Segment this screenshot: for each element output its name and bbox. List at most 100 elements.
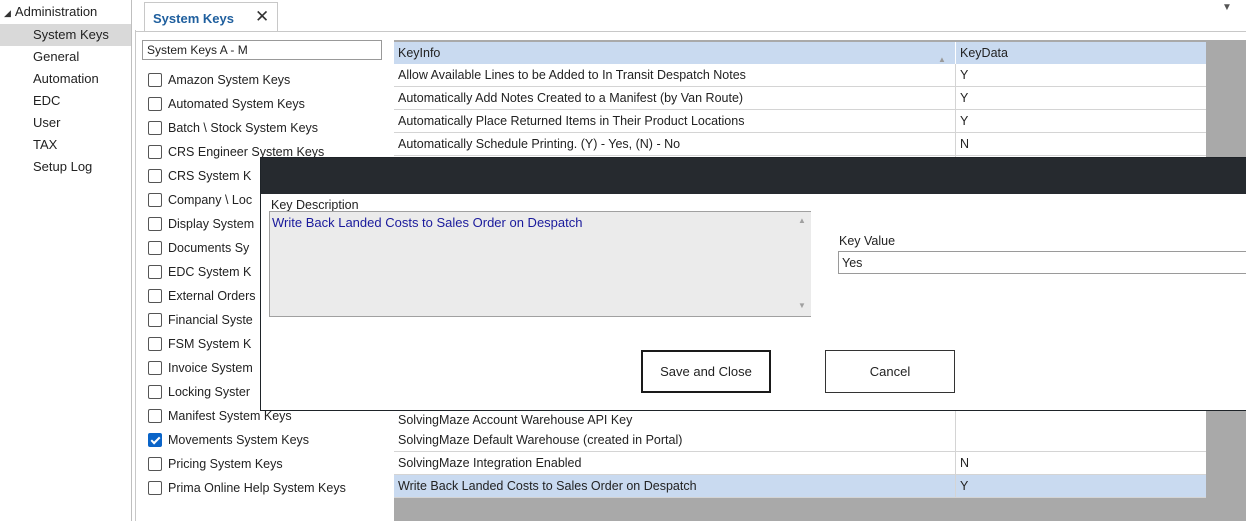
- tab-underline: [136, 31, 1246, 32]
- key-value-input[interactable]: [838, 251, 1246, 274]
- category-item[interactable]: Invoice System: [148, 356, 253, 380]
- category-item[interactable]: FSM System K: [148, 332, 251, 356]
- category-item[interactable]: CRS System K: [148, 164, 251, 188]
- checkbox-checked[interactable]: [148, 432, 162, 447]
- table-row-selected[interactable]: Write Back Landed Costs to Sales Order o…: [394, 475, 1206, 498]
- table-row[interactable]: Automatically Schedule Printing. (Y) - Y…: [394, 133, 1206, 156]
- category-item[interactable]: Financial Syste: [148, 308, 253, 332]
- cell-keyinfo: Automatically Place Returned Items in Th…: [394, 110, 956, 133]
- cell-keydata: N: [956, 133, 1206, 156]
- nav-item-system-keys[interactable]: System Keys: [0, 24, 132, 46]
- column-header-keydata[interactable]: KeyData: [956, 42, 1206, 64]
- category-label: Manifest System Keys: [168, 409, 292, 423]
- nav-items: System Keys General Automation EDC User …: [0, 24, 132, 178]
- checkbox[interactable]: [148, 168, 162, 183]
- category-label: FSM System K: [168, 337, 252, 351]
- column-header-label: KeyData: [960, 46, 1008, 60]
- scroll-up-arrow-icon[interactable]: ▲: [798, 216, 806, 225]
- category-label: Company \ Loc: [168, 193, 253, 207]
- checkbox[interactable]: [148, 480, 162, 495]
- nav-item-general[interactable]: General: [0, 46, 132, 68]
- column-header-label: KeyInfo: [398, 46, 441, 60]
- save-and-close-button[interactable]: Save and Close: [641, 350, 771, 393]
- category-label: EDC System K: [168, 265, 252, 279]
- table-row[interactable]: Allow Available Lines to be Added to In …: [394, 64, 1206, 87]
- checkbox[interactable]: [148, 456, 162, 471]
- key-description-label: Key Description: [271, 198, 359, 212]
- scroll-down-arrow-icon[interactable]: ▼: [798, 301, 806, 310]
- column-header-keyinfo[interactable]: KeyInfo ▲: [394, 42, 956, 64]
- category-list-header: System Keys A - M: [142, 40, 382, 60]
- cell-keyinfo: Automatically Add Notes Created to a Man…: [394, 87, 956, 110]
- category-item[interactable]: Amazon System Keys: [148, 68, 290, 92]
- checkbox[interactable]: [148, 360, 162, 375]
- nav-item-edc[interactable]: EDC: [0, 90, 132, 112]
- edit-key-dialog: Key Description Write Back Landed Costs …: [260, 157, 1246, 411]
- category-item[interactable]: Batch \ Stock System Keys: [148, 116, 318, 140]
- checkbox[interactable]: [148, 336, 162, 351]
- table-row[interactable]: SolvingMaze Default Warehouse (created i…: [394, 429, 1206, 452]
- checkbox[interactable]: [148, 144, 162, 159]
- content-left-border: [135, 30, 136, 521]
- table-row[interactable]: Automatically Add Notes Created to a Man…: [394, 87, 1206, 110]
- collapse-triangle-icon[interactable]: ◢: [4, 8, 11, 18]
- cell-keydata: Y: [956, 110, 1206, 133]
- cell-keydata: Y: [956, 475, 1206, 498]
- checkbox[interactable]: [148, 96, 162, 111]
- table-row[interactable]: Automatically Place Returned Items in Th…: [394, 110, 1206, 133]
- key-value-label: Key Value: [839, 234, 896, 248]
- nav-root-label: Administration: [14, 4, 98, 19]
- tab-bar: System Keys ✕ ▼: [136, 0, 1246, 32]
- category-item[interactable]: EDC System K: [148, 260, 251, 284]
- cell-keyinfo: Allow Available Lines to be Added to In …: [394, 64, 956, 87]
- category-item[interactable]: Locking Syster: [148, 380, 250, 404]
- cell-keyinfo: SolvingMaze Integration Enabled: [394, 452, 956, 475]
- category-label: Movements System Keys: [168, 433, 310, 447]
- description-scrollbar[interactable]: ▲ ▼: [794, 212, 811, 316]
- cell-keydata: [956, 429, 1206, 452]
- checkbox[interactable]: [148, 192, 162, 207]
- category-label: Documents Sy: [168, 241, 250, 255]
- cancel-button[interactable]: Cancel: [825, 350, 955, 393]
- category-item[interactable]: Documents Sy: [148, 236, 249, 260]
- tab-system-keys[interactable]: System Keys ✕: [144, 2, 278, 32]
- tab-list-dropdown-icon[interactable]: ▼: [1222, 2, 1232, 13]
- cell-keyinfo: SolvingMaze Default Warehouse (created i…: [394, 429, 956, 452]
- category-label: External Orders: [168, 289, 256, 303]
- category-label: Financial Syste: [168, 313, 253, 327]
- category-label: Display System: [168, 217, 255, 231]
- cell-keyinfo: Write Back Landed Costs to Sales Order o…: [394, 475, 956, 498]
- cell-keyinfo: Automatically Schedule Printing. (Y) - Y…: [394, 133, 956, 156]
- checkbox[interactable]: [148, 216, 162, 231]
- category-item[interactable]: Prima Online Help System Keys: [148, 476, 346, 500]
- checkbox[interactable]: [148, 264, 162, 279]
- cell-keydata: N: [956, 452, 1206, 475]
- table-row[interactable]: SolvingMaze Integration Enabled N: [394, 452, 1206, 475]
- checkbox[interactable]: [148, 408, 162, 423]
- category-item[interactable]: Company \ Loc: [148, 188, 252, 212]
- cell-keydata: Y: [956, 87, 1206, 110]
- key-description-textarea[interactable]: Write Back Landed Costs to Sales Order o…: [269, 211, 811, 317]
- checkbox[interactable]: [148, 72, 162, 87]
- category-item[interactable]: External Orders: [148, 284, 256, 308]
- nav-root-administration[interactable]: ◢ Administration: [4, 4, 97, 19]
- cell-keydata: Y: [956, 64, 1206, 87]
- category-item[interactable]: Pricing System Keys: [148, 452, 283, 476]
- category-item[interactable]: Automated System Keys: [148, 92, 305, 116]
- nav-item-user[interactable]: User: [0, 112, 132, 134]
- checkbox[interactable]: [148, 312, 162, 327]
- nav-item-setup-log[interactable]: Setup Log: [0, 156, 132, 178]
- category-item[interactable]: Movements System Keys: [148, 428, 309, 452]
- category-item[interactable]: Display System: [148, 212, 254, 236]
- category-label: Amazon System Keys: [168, 73, 291, 87]
- nav-item-tax[interactable]: TAX: [0, 134, 132, 156]
- checkbox[interactable]: [148, 384, 162, 399]
- checkbox[interactable]: [148, 288, 162, 303]
- close-icon[interactable]: ✕: [255, 7, 269, 27]
- category-label: Prima Online Help System Keys: [168, 481, 346, 495]
- dialog-title-bar[interactable]: [261, 158, 1246, 194]
- checkbox[interactable]: [148, 120, 162, 135]
- category-label: Locking Syster: [168, 385, 250, 399]
- checkbox[interactable]: [148, 240, 162, 255]
- nav-item-automation[interactable]: Automation: [0, 68, 132, 90]
